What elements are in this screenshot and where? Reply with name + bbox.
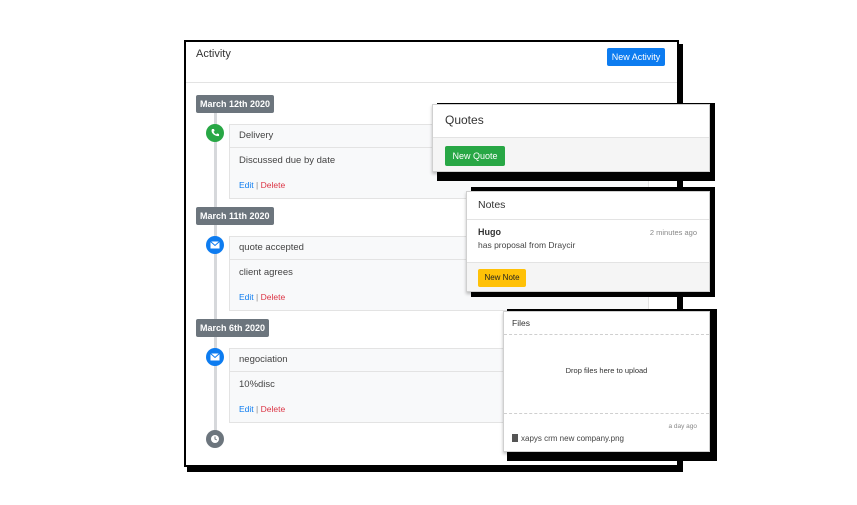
delete-link[interactable]: Delete (261, 292, 286, 302)
file-icon (512, 434, 518, 442)
activity-card-body: 10%disc (239, 379, 275, 390)
notes-footer: New Note (467, 262, 709, 291)
quotes-card: Quotes New Quote (432, 104, 710, 172)
note-author: Hugo (478, 227, 501, 237)
notes-card: Notes Hugo 2 minutes ago has proposal fr… (466, 191, 710, 292)
activity-header: Activity New Activity (186, 42, 677, 83)
action-separator: | (256, 292, 259, 302)
edit-link[interactable]: Edit (239, 180, 254, 190)
file-dropzone[interactable]: Drop files here to upload (504, 334, 709, 414)
note-text: has proposal from Draycir (478, 240, 576, 250)
files-title: Files (512, 318, 530, 328)
clock-icon (206, 430, 224, 448)
notes-title: Notes (478, 199, 506, 211)
activity-card-actions: Edit | Delete (239, 292, 285, 302)
phone-icon (206, 124, 224, 142)
file-name: xapys crm new company.png (521, 434, 625, 443)
edit-link[interactable]: Edit (239, 404, 254, 414)
divider (467, 219, 709, 220)
activity-card-actions: Edit | Delete (239, 180, 285, 190)
activity-card-actions: Edit | Delete (239, 404, 285, 414)
new-activity-button[interactable]: New Activity (607, 48, 665, 66)
quotes-footer: New Quote (433, 137, 709, 171)
delete-link[interactable]: Delete (261, 404, 286, 414)
activity-title: Activity (196, 48, 231, 60)
delete-link[interactable]: Delete (261, 180, 286, 190)
quotes-title: Quotes (445, 113, 484, 127)
file-item[interactable]: xapys crm new company.png (512, 434, 624, 443)
timeline-line (214, 112, 217, 442)
date-badge: March 12th 2020 (196, 95, 275, 113)
action-separator: | (256, 404, 259, 414)
dropzone-text: Drop files here to upload (565, 366, 648, 375)
action-separator: | (256, 180, 259, 190)
new-note-button[interactable]: New Note (478, 269, 526, 287)
files-card: Files Drop files here to upload a day ag… (503, 311, 710, 452)
date-badge: March 11th 2020 (196, 207, 274, 225)
activity-card-body: Discussed due by date (239, 155, 336, 166)
date-badge: March 6th 2020 (196, 319, 270, 337)
envelope-icon (206, 348, 224, 366)
edit-link[interactable]: Edit (239, 292, 254, 302)
file-timestamp: a day ago (668, 423, 697, 430)
envelope-icon (206, 236, 224, 254)
note-timestamp: 2 minutes ago (649, 228, 697, 237)
new-quote-button[interactable]: New Quote (445, 146, 505, 166)
activity-card-body: client agrees (239, 267, 293, 278)
